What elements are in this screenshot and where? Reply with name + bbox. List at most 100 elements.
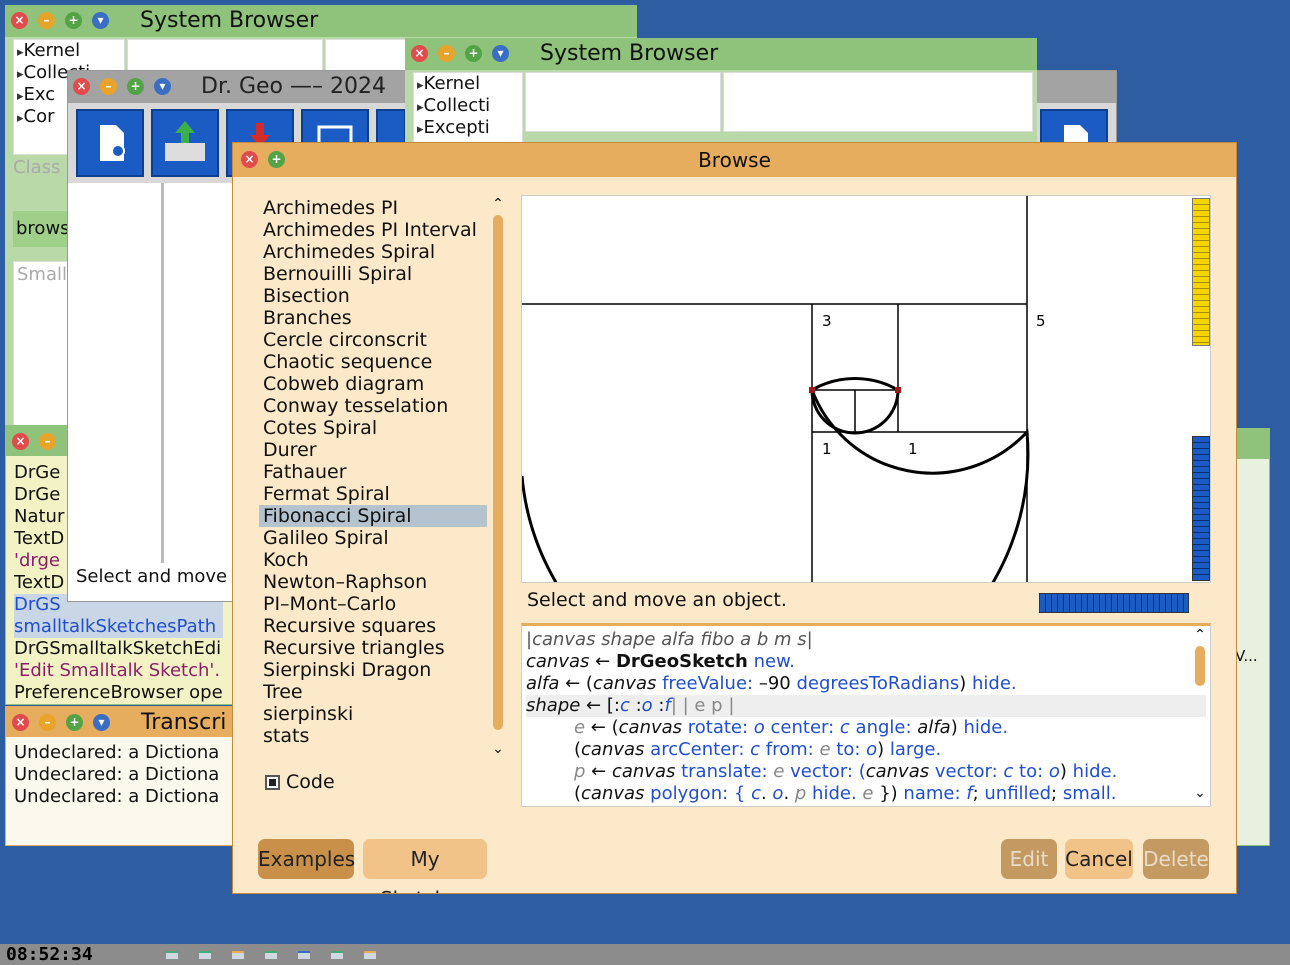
- ruler-scrollbar-blue[interactable]: [1192, 436, 1210, 581]
- maximize-icon[interactable]: +: [65, 12, 82, 29]
- list-item[interactable]: Koch: [259, 549, 487, 571]
- workspace-line: PreferenceBrowser ope: [14, 682, 223, 703]
- sketch-preview[interactable]: 3 5 1 1: [521, 195, 1211, 583]
- maximize-icon[interactable]: +: [66, 714, 83, 731]
- task-icon[interactable]: [364, 951, 376, 959]
- window-title: System Browser: [140, 8, 319, 33]
- clock: 08:52:34: [6, 944, 93, 965]
- minimize-icon[interactable]: –: [39, 433, 56, 450]
- code-checkbox[interactable]: Code: [265, 771, 335, 793]
- list-item[interactable]: Archimedes Spiral: [259, 241, 487, 263]
- delete-button[interactable]: Delete: [1143, 839, 1209, 879]
- package-item[interactable]: Excepti: [417, 117, 522, 139]
- maximize-icon[interactable]: +: [127, 78, 144, 95]
- workspace-line: 'Edit Smalltalk Sketch'.: [14, 660, 221, 681]
- class-pane[interactable]: [525, 72, 721, 132]
- scroll-thumb[interactable]: [493, 215, 503, 730]
- list-item[interactable]: Recursive triangles: [259, 637, 487, 659]
- checkbox-icon[interactable]: [265, 775, 280, 790]
- list-item[interactable]: Chaotic sequence: [259, 351, 487, 373]
- list-item[interactable]: stats: [259, 725, 487, 747]
- code-scrollbar[interactable]: ⌃ ⌄: [1193, 628, 1207, 804]
- task-icon[interactable]: [232, 951, 244, 959]
- list-item[interactable]: Galileo Spiral: [259, 527, 487, 549]
- taskbar: 08:52:34: [0, 944, 1290, 965]
- list-item[interactable]: Fermat Spiral: [259, 483, 487, 505]
- checkbox-label: Code: [286, 771, 335, 793]
- window-menu-icon[interactable]: ▾: [93, 714, 110, 731]
- label-1a: 1: [822, 440, 832, 458]
- list-item[interactable]: PI–Mont–Carlo: [259, 593, 487, 615]
- list-item[interactable]: Archimedes PI: [259, 197, 487, 219]
- task-icon[interactable]: [199, 951, 211, 959]
- transcript-window: × – + ▾ Transcri Undeclared: a Dictiona …: [5, 706, 245, 846]
- open-folder-icon[interactable]: [151, 109, 219, 177]
- list-item[interactable]: Newton–Raphson: [259, 571, 487, 593]
- title-bar[interactable]: × – + ▾ System Browser: [405, 38, 1037, 70]
- list-item[interactable]: Branches: [259, 307, 487, 329]
- examples-list[interactable]: Archimedes PI Archimedes PI Interval Arc…: [259, 197, 487, 761]
- task-icon[interactable]: [331, 951, 343, 959]
- package-list[interactable]: Kernel Collecti Excepti: [413, 72, 523, 148]
- workspace-line: DrGSmalltalkSketchEdi: [14, 638, 222, 659]
- preview-status: Select and move an object.: [527, 589, 787, 611]
- new-sketch-icon[interactable]: [76, 109, 144, 177]
- window-menu-icon[interactable]: ▾: [92, 12, 109, 29]
- close-icon[interactable]: ×: [73, 78, 90, 95]
- list-item[interactable]: Bisection: [259, 285, 487, 307]
- list-item[interactable]: Fathauer: [259, 461, 487, 483]
- minimize-icon[interactable]: –: [39, 714, 56, 731]
- list-item[interactable]: Cobweb diagram: [259, 373, 487, 395]
- list-item[interactable]: Recursive squares: [259, 615, 487, 637]
- list-item[interactable]: sierpinski: [259, 703, 487, 725]
- chevron-down-icon[interactable]: ⌄: [1193, 782, 1207, 804]
- edit-button[interactable]: Edit: [1001, 839, 1057, 879]
- list-item[interactable]: Cercle circonscrit: [259, 329, 487, 351]
- close-icon[interactable]: ×: [12, 433, 29, 450]
- list-item[interactable]: Bernouilli Spiral: [259, 263, 487, 285]
- close-icon[interactable]: ×: [12, 714, 29, 731]
- list-item[interactable]: Sierpinski Dragon: [259, 659, 487, 681]
- right-window: V...: [1232, 428, 1270, 846]
- list-item[interactable]: Archimedes PI Interval: [259, 219, 487, 241]
- scroll-thumb[interactable]: [1195, 646, 1205, 686]
- scroll-label: V...: [1235, 647, 1258, 665]
- browse-button[interactable]: brows: [13, 211, 73, 247]
- list-item[interactable]: Durer: [259, 439, 487, 461]
- list-item[interactable]: Conway tesselation: [259, 395, 487, 417]
- list-item-selected[interactable]: Fibonacci Spiral: [259, 505, 487, 527]
- ruler-scrollbar-yellow[interactable]: [1192, 198, 1210, 346]
- window-menu-icon[interactable]: ▾: [154, 78, 171, 95]
- title-bar[interactable]: × – + ▾ System Browser: [5, 5, 637, 37]
- my-sketches-button[interactable]: My Sketches: [363, 839, 487, 893]
- horizontal-ruler[interactable]: [1039, 593, 1189, 613]
- minimize-icon[interactable]: –: [438, 45, 455, 62]
- package-item[interactable]: Kernel: [417, 73, 522, 95]
- package-item[interactable]: Kernel: [17, 40, 124, 62]
- list-scrollbar[interactable]: ⌃ ⌄: [491, 197, 505, 757]
- transcript-line: Undeclared: a Dictiona: [14, 764, 220, 785]
- chevron-down-icon[interactable]: ⌄: [491, 741, 505, 757]
- code-line: (canvas polygon: { c. o. p hide. e }) na…: [574, 783, 1117, 804]
- examples-button[interactable]: Examples: [258, 839, 355, 879]
- task-icon[interactable]: [166, 951, 178, 959]
- cancel-button[interactable]: Cancel: [1065, 839, 1133, 879]
- close-icon[interactable]: ×: [11, 12, 28, 29]
- task-icon[interactable]: [265, 951, 277, 959]
- list-item[interactable]: Tree: [259, 681, 487, 703]
- minimize-icon[interactable]: –: [100, 78, 117, 95]
- maximize-icon[interactable]: +: [465, 45, 482, 62]
- title-bar[interactable]: × – + ▾ Transcri: [6, 707, 244, 737]
- protocol-pane[interactable]: [723, 72, 1033, 132]
- close-icon[interactable]: ×: [411, 45, 428, 62]
- window-menu-icon[interactable]: ▾: [492, 45, 509, 62]
- list-item[interactable]: Cotes Spiral: [259, 417, 487, 439]
- window-title: Dr. Geo —– 2024: [201, 74, 386, 99]
- title-bar[interactable]: × + Browse: [233, 143, 1236, 177]
- code-line: (canvas arcCenter: c from: e to: o) larg…: [574, 739, 942, 760]
- chevron-up-icon[interactable]: ⌃: [491, 197, 505, 211]
- package-item[interactable]: Collecti: [417, 95, 522, 117]
- task-icon[interactable]: [298, 951, 310, 959]
- minimize-icon[interactable]: –: [38, 12, 55, 29]
- code-pane[interactable]: |canvas shape alfa fibo a b m s| canvas …: [521, 623, 1211, 807]
